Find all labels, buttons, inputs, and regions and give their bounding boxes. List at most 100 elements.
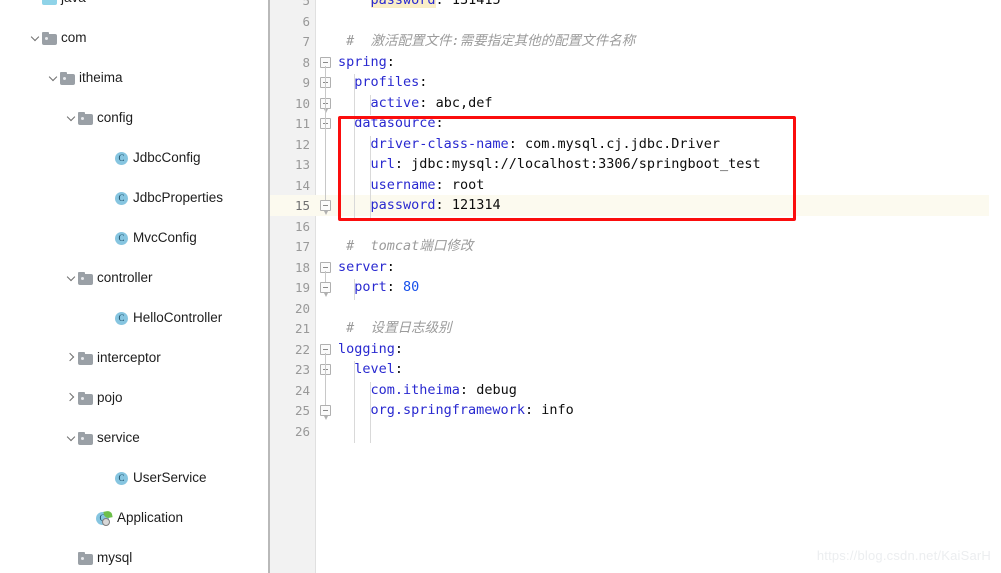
folder-icon — [42, 31, 57, 45]
tree-row[interactable]: com — [0, 28, 268, 48]
code-line[interactable]: 24 com.itheima: debug — [270, 380, 1001, 401]
chevron-down-icon[interactable] — [66, 108, 78, 128]
code-line[interactable]: 11 datasource: — [270, 113, 1001, 134]
code-line[interactable]: 7 # 激活配置文件:需要指定其他的配置文件名称 — [270, 31, 1001, 52]
code-line[interactable]: 5 password: 131415 — [270, 0, 1001, 11]
tree-row[interactable]: interceptor — [0, 348, 268, 368]
tree-item-label: mysql — [97, 550, 133, 565]
tree-arrow-spacer — [102, 308, 114, 328]
code-line[interactable]: 14 username: root — [270, 175, 1001, 196]
code-line[interactable]: 15 password: 121314 — [270, 195, 1001, 216]
java-class-icon: C — [114, 231, 129, 246]
code-line[interactable]: 8 spring: — [270, 52, 1001, 73]
code-line-text: org.springframework: info — [370, 402, 574, 418]
tree-arrow-spacer — [102, 148, 114, 168]
editor-scrollbar-column[interactable] — [989, 0, 1001, 573]
tree-arrow-spacer — [84, 508, 96, 528]
tree-item-label: MvcConfig — [133, 230, 197, 245]
chevron-down-icon[interactable] — [66, 428, 78, 448]
tree-row[interactable]: config — [0, 108, 268, 128]
line-number: 18 — [294, 259, 310, 275]
code-line[interactable]: 21 # 设置日志级别 — [270, 318, 1001, 339]
code-line[interactable]: 20 — [270, 298, 1001, 319]
code-line[interactable]: 25 org.springframework: info — [270, 400, 1001, 421]
chevron-down-icon[interactable] — [48, 68, 60, 88]
indent-guide — [370, 94, 371, 115]
editor-pane[interactable]: 5 password: 131415 6 7 # 激活配置文件:需要指定其他的配置文… — [270, 0, 1001, 573]
tree-item-label: JdbcConfig — [133, 150, 201, 165]
tree-row[interactable]: java — [0, 0, 268, 8]
tree-row[interactable]: C HelloController — [0, 308, 268, 328]
tree-row[interactable]: itheima — [0, 68, 268, 88]
line-number: 21 — [294, 321, 310, 336]
line-number: 20 — [294, 300, 310, 316]
code-line-text: # 激活配置文件:需要指定其他的配置文件名称 — [346, 33, 636, 49]
code-line[interactable]: 16 — [270, 216, 1001, 237]
indent-guide — [354, 74, 355, 218]
folder-icon — [78, 431, 93, 445]
code-text-area[interactable]: 5 password: 131415 6 7 # 激活配置文件:需要指定其他的配置文… — [270, 0, 1001, 573]
code-line[interactable]: 17 # tomcat端口修改 — [270, 236, 1001, 257]
code-line[interactable]: 6 — [270, 11, 1001, 32]
code-line-text: spring: — [338, 53, 395, 70]
chevron-down-icon[interactable] — [66, 268, 78, 288]
tree-item-label: interceptor — [97, 350, 161, 365]
tree-item-label: itheima — [79, 70, 123, 85]
project-tool-window[interactable]: java com itheima config C JdbcConfig C JdbcProp… — [0, 0, 268, 573]
tree-row[interactable]: mysql — [0, 548, 268, 568]
code-line-text: # tomcat端口修改 — [346, 238, 474, 254]
code-line-text: logging: — [338, 340, 404, 357]
tree-row[interactable]: pojo — [0, 388, 268, 408]
source-root-folder-icon — [42, 0, 57, 5]
tree-item-label: controller — [97, 270, 153, 285]
indent-guide — [354, 279, 355, 300]
code-line[interactable]: 13 url: jdbc:mysql://localhost:3306/spri… — [270, 154, 1001, 175]
chevron-right-icon[interactable] — [66, 348, 78, 368]
code-line[interactable]: 9 profiles: — [270, 72, 1001, 93]
code-line[interactable]: 10 active: abc,def — [270, 93, 1001, 114]
code-line-text: # 设置日志级别 — [346, 320, 452, 336]
line-number: 7 — [302, 34, 310, 49]
tree-item-label: HelloController — [133, 310, 223, 325]
code-line[interactable]: 19 port: 80 — [270, 277, 1001, 298]
tree-row[interactable]: C Application — [0, 508, 268, 528]
folder-icon — [78, 391, 93, 405]
folder-icon — [78, 111, 93, 125]
code-fold-toggle-icon[interactable] — [320, 405, 331, 420]
tree-row[interactable]: C MvcConfig — [0, 228, 268, 248]
line-number: 26 — [294, 423, 310, 439]
chevron-down-icon[interactable] — [30, 28, 42, 48]
indent-guide — [370, 135, 371, 218]
tree-row[interactable]: C UserService — [0, 468, 268, 488]
line-number: 11 — [294, 116, 310, 131]
code-line[interactable]: 22 logging: — [270, 339, 1001, 360]
java-class-icon: C — [114, 151, 129, 166]
tree-item-label: config — [97, 110, 134, 125]
idea-window: java com itheima config C JdbcConfig C JdbcProp… — [0, 0, 1001, 573]
code-fold-toggle-icon[interactable] — [320, 282, 331, 297]
java-class-icon: C — [114, 471, 129, 486]
code-line[interactable]: 23 level: — [270, 359, 1001, 380]
code-line-text: driver-class-name: com.mysql.cj.jdbc.Dri… — [370, 135, 721, 152]
line-number: 6 — [302, 13, 310, 29]
tree-row[interactable]: C JdbcConfig — [0, 148, 268, 168]
spring-boot-app-icon: C — [96, 509, 113, 526]
code-line[interactable]: 18 server: — [270, 257, 1001, 278]
code-fold-toggle-icon[interactable] — [320, 200, 331, 215]
tree-arrow-spacer — [30, 0, 42, 8]
tree-arrow-spacer — [66, 548, 78, 568]
line-number: 24 — [294, 382, 310, 398]
code-line[interactable]: 12 driver-class-name: com.mysql.cj.jdbc.… — [270, 134, 1001, 155]
code-line-text: com.itheima: debug — [370, 381, 517, 398]
tree-row[interactable]: controller — [0, 268, 268, 288]
code-line-text: password: 121314 — [370, 197, 501, 213]
code-line-text: password: 131415 — [338, 0, 501, 11]
line-number: 17 — [294, 239, 310, 254]
tree-row[interactable]: C JdbcProperties — [0, 188, 268, 208]
tree-row[interactable]: service — [0, 428, 268, 448]
tree-arrow-spacer — [102, 188, 114, 208]
chevron-right-icon[interactable] — [66, 388, 78, 408]
code-line[interactable]: 26 — [270, 421, 1001, 442]
indent-guide — [370, 381, 371, 443]
tree-item-label: pojo — [97, 390, 123, 405]
